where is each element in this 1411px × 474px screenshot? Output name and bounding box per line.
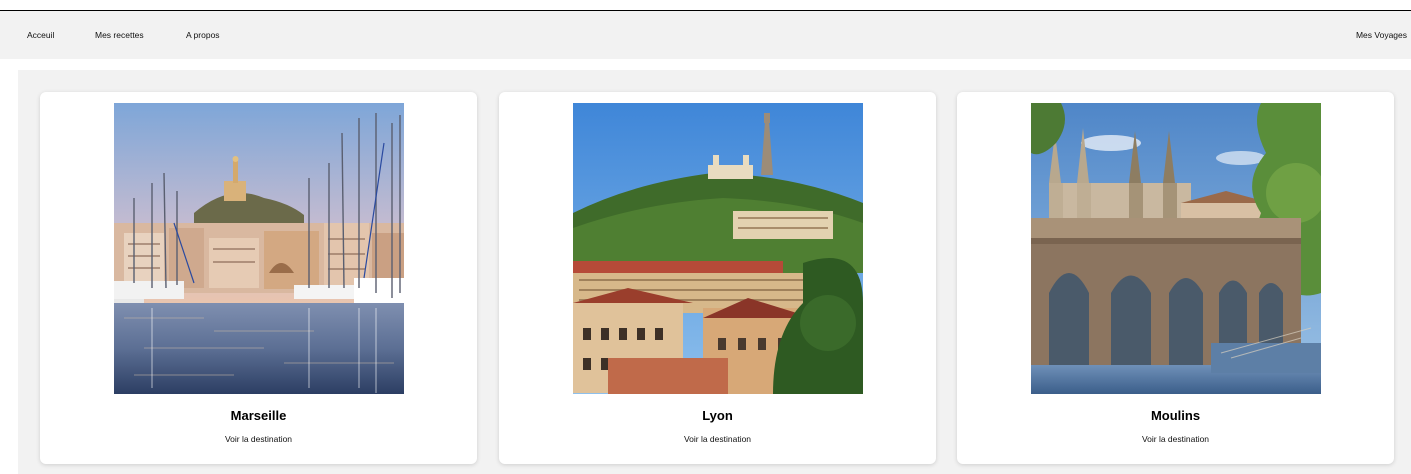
destination-card-moulins[interactable]: Moulins Voir la destination	[957, 92, 1394, 464]
nav-link-a-propos[interactable]: A propos	[186, 30, 220, 40]
nav-brand-mes-voyages[interactable]: Mes Voyages	[1356, 30, 1407, 40]
destination-title-lyon: Lyon	[702, 408, 733, 423]
destination-title-marseille: Marseille	[230, 408, 287, 423]
destination-card-marseille[interactable]: Marseille Voir la destination	[40, 92, 477, 464]
destinations-grid: Marseille Voir la destination Lyon Voir …	[18, 70, 1411, 474]
destination-image-marseille	[114, 103, 404, 394]
destination-title-moulins: Moulins	[1150, 408, 1201, 423]
destination-image-lyon	[573, 103, 863, 394]
destination-link-lyon[interactable]: Voir la destination	[499, 434, 936, 444]
navbar: Acceuil Mes recettes A propos Mes Voyage…	[0, 11, 1411, 59]
destination-link-marseille[interactable]: Voir la destination	[40, 434, 477, 444]
nav-link-accueil[interactable]: Acceuil	[27, 30, 54, 40]
nav-link-mes-recettes[interactable]: Mes recettes	[95, 30, 144, 40]
destination-image-moulins	[1031, 103, 1321, 394]
destination-link-moulins[interactable]: Voir la destination	[957, 434, 1394, 444]
destination-card-lyon[interactable]: Lyon Voir la destination	[499, 92, 936, 464]
